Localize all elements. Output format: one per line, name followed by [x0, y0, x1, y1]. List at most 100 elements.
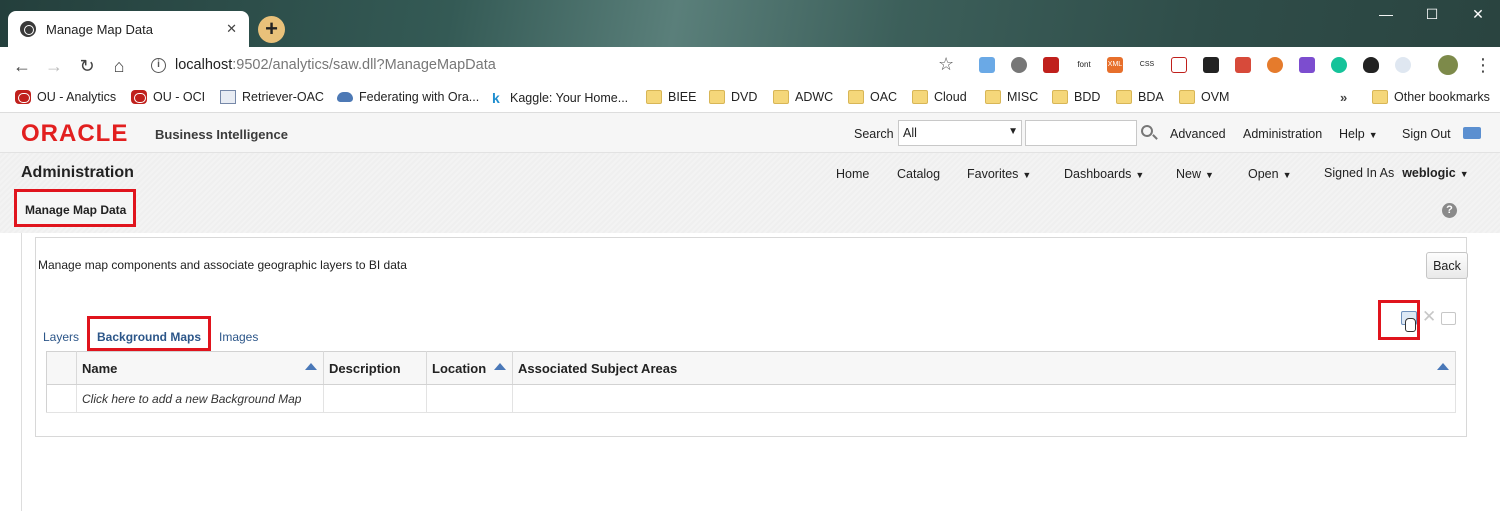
background-maps-table: Name Description Location Associated Sub…: [46, 351, 1456, 413]
advanced-link[interactable]: Advanced: [1170, 127, 1226, 141]
column-header-subject-areas[interactable]: Associated Subject Areas: [512, 351, 1456, 385]
bookmark-other[interactable]: Other bookmarks: [1372, 90, 1490, 104]
search-label: Search: [854, 127, 894, 141]
bookmark-cloud[interactable]: Cloud: [912, 90, 967, 104]
row-selector-header: [46, 351, 77, 385]
home-icon[interactable]: ⌂: [107, 55, 131, 77]
bookmark-dvd[interactable]: DVD: [709, 90, 757, 104]
folder-icon: [985, 90, 1001, 104]
help-icon[interactable]: ?: [1442, 203, 1457, 218]
sort-ascending-icon[interactable]: [305, 363, 317, 370]
product-name: Business Intelligence: [155, 127, 288, 142]
circle-extension-icon[interactable]: [1011, 57, 1027, 73]
sign-out-link[interactable]: Sign Out: [1402, 127, 1451, 141]
edit-icon[interactable]: [1441, 312, 1456, 325]
bookmark-bda[interactable]: BDA: [1116, 90, 1164, 104]
sort-ascending-icon[interactable]: [1437, 363, 1449, 370]
apple-icon[interactable]: [1363, 57, 1379, 73]
column-header-name[interactable]: Name: [76, 351, 324, 385]
rp-extension-icon[interactable]: [1299, 57, 1315, 73]
bookmark-retriever-oac[interactable]: Retriever-OAC: [220, 90, 324, 104]
bookmark-kaggle[interactable]: k Kaggle: Your Home...: [492, 90, 628, 106]
cloud-extension-icon[interactable]: [979, 57, 995, 73]
administration-link[interactable]: Administration: [1243, 127, 1322, 141]
tab-background-maps[interactable]: Background Maps: [87, 316, 211, 351]
folder-icon: [1116, 90, 1132, 104]
tab-layers[interactable]: Layers: [43, 330, 79, 344]
nav-dashboards[interactable]: Dashboards ▼: [1064, 167, 1144, 181]
address-bar[interactable]: localhost:9502/analytics/saw.dll?ManageM…: [175, 57, 496, 73]
folder-icon: [646, 90, 662, 104]
oracle-logo: ORACLE: [21, 120, 129, 147]
css-extension-icon[interactable]: CSS: [1139, 57, 1155, 73]
delete-icon[interactable]: ✕: [1422, 307, 1436, 327]
xml-extension-icon[interactable]: XML: [1107, 57, 1123, 73]
cloud-outline-icon[interactable]: [1395, 57, 1411, 73]
bookmark-ou-oci[interactable]: OU - OCI: [131, 90, 205, 104]
star-icon[interactable]: ☆: [938, 54, 954, 75]
maximize-icon[interactable]: ☐: [1412, 6, 1452, 23]
folder-icon: [848, 90, 864, 104]
bookmark-misc[interactable]: MISC: [985, 90, 1038, 104]
menu-icon[interactable]: ⋮: [1474, 55, 1492, 76]
accessibility-icon[interactable]: [1463, 127, 1481, 139]
bookmarks-bar: OU - Analytics OU - OCI Retriever-OAC Fe…: [0, 85, 1500, 113]
global-header: ORACLE Business Intelligence Search All ▼…: [0, 113, 1500, 153]
shield-extension-icon[interactable]: [1171, 57, 1187, 73]
close-icon[interactable]: ✕: [226, 21, 237, 37]
column-header-location[interactable]: Location: [426, 351, 513, 385]
table-row: Click here to add a new Background Map: [46, 384, 1456, 413]
signed-in-menu[interactable]: Signed In As weblogic ▼: [1324, 166, 1469, 180]
add-background-map-link[interactable]: Click here to add a new Background Map: [76, 384, 324, 413]
red-extension-icon[interactable]: [1043, 57, 1059, 73]
column-header-description[interactable]: Description: [323, 351, 427, 385]
folder-icon: [1179, 90, 1195, 104]
bookmark-biee[interactable]: BIEE: [646, 90, 697, 104]
bookmark-oac[interactable]: OAC: [848, 90, 897, 104]
globe-icon: [20, 21, 36, 37]
nav-favorites[interactable]: Favorites ▼: [967, 167, 1031, 181]
pdf-extension-icon[interactable]: [1235, 57, 1251, 73]
search-scope-select[interactable]: All ▼: [898, 120, 1022, 146]
new-tab-button[interactable]: +: [258, 16, 285, 43]
bookmark-ou-analytics[interactable]: OU - Analytics: [15, 90, 116, 104]
font-extension-icon[interactable]: font: [1073, 57, 1095, 73]
window-close-icon[interactable]: ✕: [1458, 6, 1498, 23]
help-menu[interactable]: Help ▼: [1339, 127, 1378, 141]
nav-new[interactable]: New ▼: [1176, 167, 1214, 181]
more-bookmarks-icon[interactable]: »: [1340, 90, 1347, 105]
kaggle-icon: k: [492, 90, 500, 106]
back-arrow-icon[interactable]: ←: [10, 55, 34, 77]
bookmark-ovm[interactable]: OVM: [1179, 90, 1229, 104]
folder-icon: [912, 90, 928, 104]
bookmark-bdd[interactable]: BDD: [1052, 90, 1100, 104]
nav-catalog[interactable]: Catalog: [897, 167, 940, 181]
search-icon[interactable]: [1141, 125, 1153, 137]
minimize-icon[interactable]: ―: [1366, 6, 1406, 22]
tab-images[interactable]: Images: [219, 330, 258, 344]
row-selector: [46, 384, 77, 413]
forward-arrow-icon[interactable]: →: [42, 55, 66, 77]
folder-icon: [1052, 90, 1068, 104]
browser-tab[interactable]: Manage Map Data ✕: [8, 11, 249, 47]
chevron-down-icon: ▼: [1205, 170, 1214, 180]
page-icon: [220, 90, 236, 104]
bookmark-federating[interactable]: Federating with Ora...: [337, 90, 479, 104]
chevron-down-icon: ▼: [1008, 126, 1018, 137]
sort-ascending-icon[interactable]: [494, 363, 506, 370]
bookmark-adwc[interactable]: ADWC: [773, 90, 833, 104]
grammarly-icon[interactable]: [1331, 57, 1347, 73]
back-button[interactable]: Back: [1426, 252, 1468, 279]
grid-extension-icon[interactable]: [1203, 57, 1219, 73]
folder-icon: [773, 90, 789, 104]
nav-open[interactable]: Open ▼: [1248, 167, 1292, 181]
reload-icon[interactable]: ↻: [75, 55, 99, 77]
lifebuoy-extension-icon[interactable]: [1267, 57, 1283, 73]
avatar[interactable]: [1438, 55, 1458, 75]
info-icon[interactable]: i: [151, 58, 166, 73]
browser-titlebar: Manage Map Data ✕ + ― ☐ ✕: [0, 0, 1500, 47]
search-input[interactable]: [1025, 120, 1137, 146]
nav-home[interactable]: Home: [836, 167, 869, 181]
intro-text: Manage map components and associate geog…: [38, 258, 407, 272]
table-cell: [323, 384, 427, 413]
